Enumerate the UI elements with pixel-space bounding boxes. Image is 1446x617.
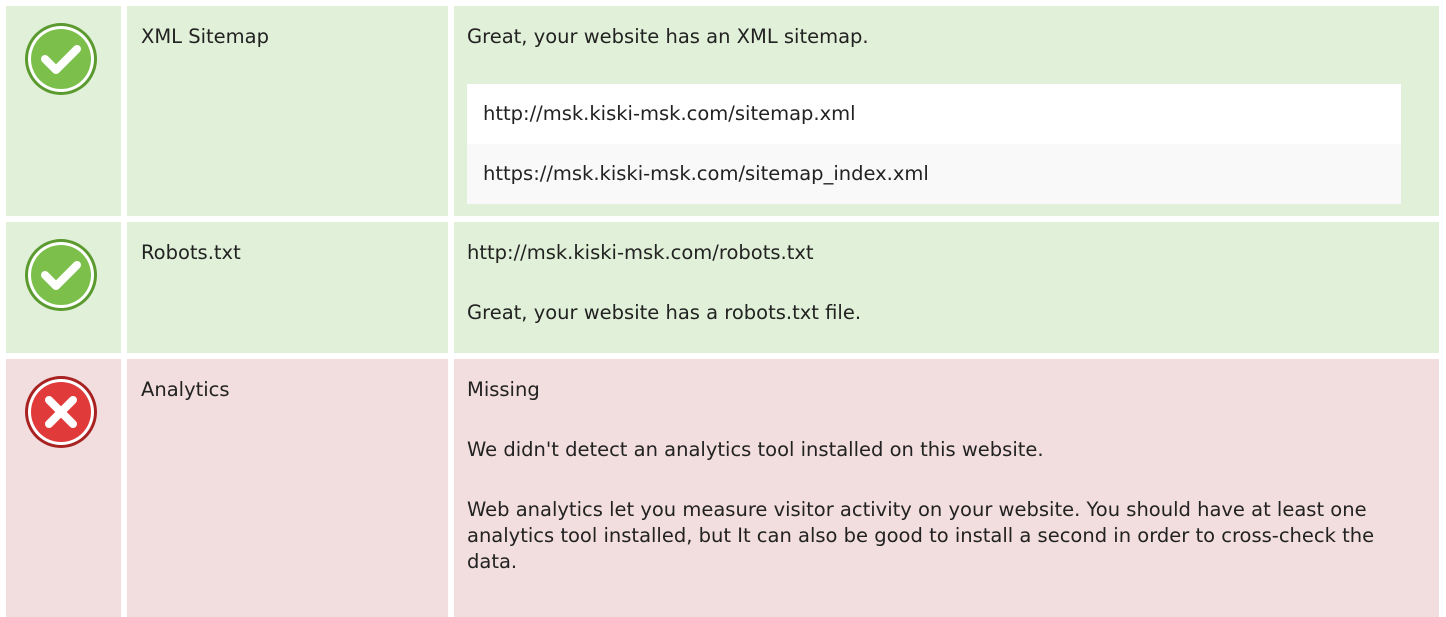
check-name-cell: Analytics (127, 359, 448, 617)
result-message: Great, your website has a robots.txt fil… (467, 301, 862, 324)
sitemap-url: http://msk.kiski-msk.com/sitemap.xml (483, 102, 856, 125)
sitemap-url: https://msk.kiski-msk.com/sitemap_index.… (483, 162, 929, 185)
check-result-cell: http://msk.kiski-msk.com/robots.txt Grea… (454, 222, 1439, 353)
check-row-analytics: Analytics Missing We didn't detect an an… (6, 359, 1439, 617)
robots-url: http://msk.kiski-msk.com/robots.txt (467, 241, 814, 264)
check-name: Robots.txt (141, 241, 241, 264)
check-name: XML Sitemap (141, 25, 270, 48)
result-message: We didn't detect an analytics tool insta… (467, 438, 1044, 461)
list-item[interactable]: http://msk.kiski-msk.com/sitemap.xml (467, 84, 1401, 144)
status-cell (6, 222, 121, 353)
check-row-xml-sitemap: XML Sitemap Great, your website has an X… (6, 6, 1439, 216)
check-name-cell: Robots.txt (127, 222, 448, 353)
x-circle-icon (25, 376, 97, 448)
sitemap-list: http://msk.kiski-msk.com/sitemap.xml htt… (467, 84, 1401, 204)
status-cell (6, 359, 121, 617)
advice-text: Web analytics let you measure visitor ac… (467, 498, 1375, 573)
check-circle-icon (25, 239, 97, 311)
check-row-robots-txt: Robots.txt http://msk.kiski-msk.com/robo… (6, 222, 1439, 353)
check-result-cell: Great, your website has an XML sitemap. … (454, 6, 1439, 216)
check-circle-icon (25, 23, 97, 95)
check-result-cell: Missing We didn't detect an analytics to… (454, 359, 1439, 617)
check-name: Analytics (141, 378, 230, 401)
list-item[interactable]: https://msk.kiski-msk.com/sitemap_index.… (467, 144, 1401, 204)
check-name-cell: XML Sitemap (127, 6, 448, 216)
status-cell (6, 6, 121, 216)
analytics-status: Missing (467, 378, 540, 401)
result-message: Great, your website has an XML sitemap. (467, 25, 869, 48)
